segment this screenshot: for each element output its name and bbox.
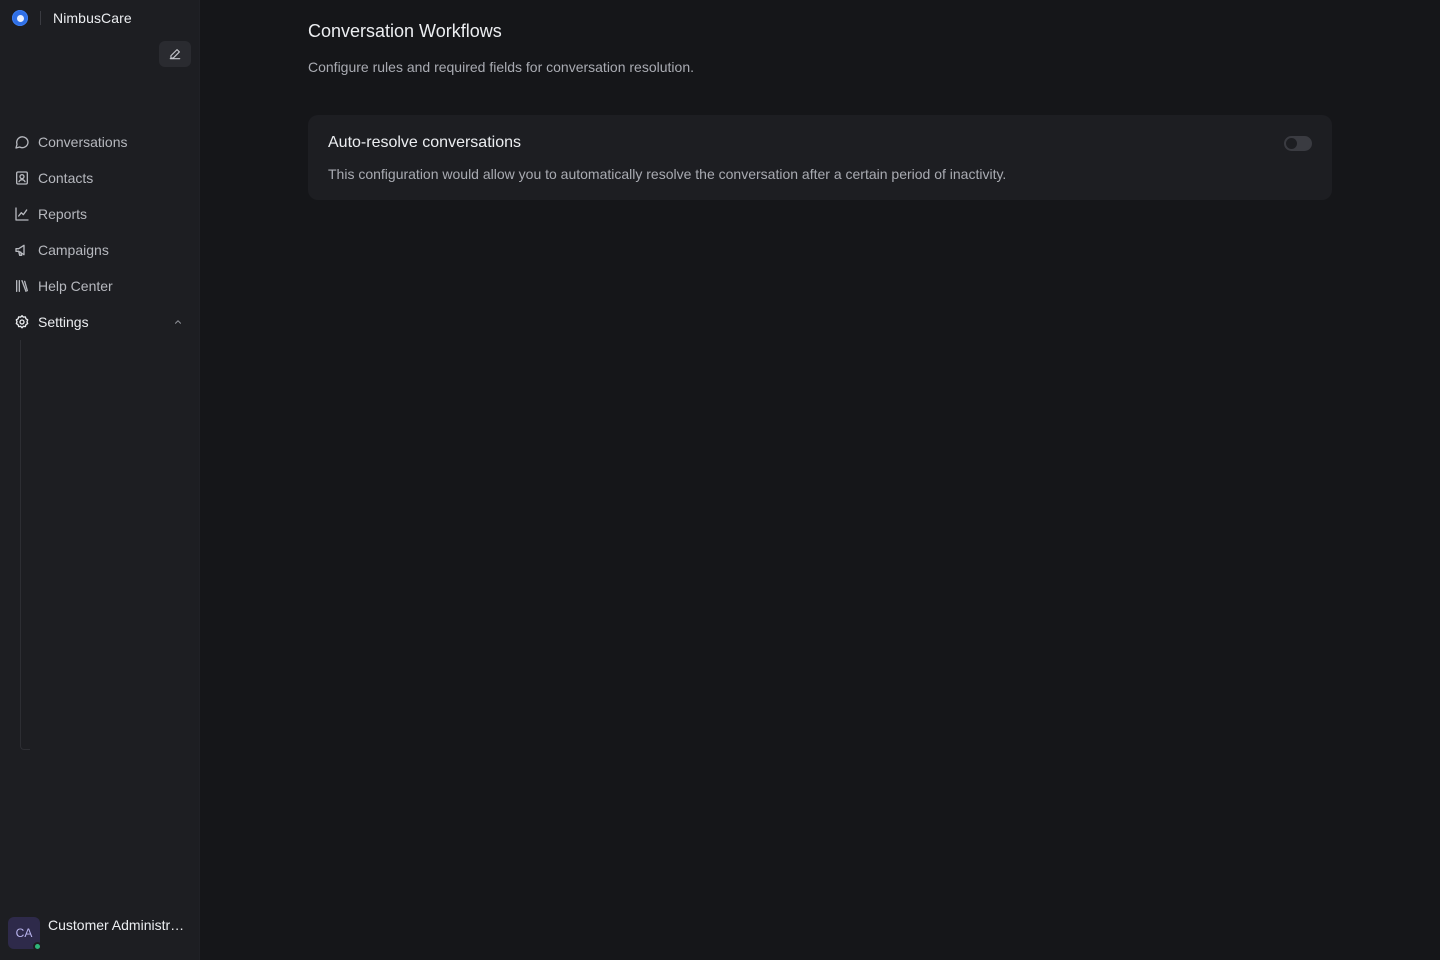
brand-logo-icon xyxy=(12,10,28,26)
sidebar-item-label: Help Center xyxy=(38,278,113,294)
profile-name: Customer Administrator xyxy=(48,917,190,933)
sidebar-item-conversations[interactable]: Conversations xyxy=(8,124,192,160)
brand-name: NimbusCare xyxy=(53,10,132,26)
main-content: Conversation Workflows Configure rules a… xyxy=(200,0,1440,960)
sidebar-item-label: Conversations xyxy=(38,134,128,150)
pencil-square-icon xyxy=(169,49,181,60)
gear-icon xyxy=(15,315,29,329)
megaphone-icon xyxy=(15,244,25,256)
sidebar-item-campaigns[interactable]: Campaigns xyxy=(8,232,192,268)
sidebar-item-contacts[interactable]: Contacts xyxy=(8,160,192,196)
page-subtitle: Configure rules and required fields for … xyxy=(308,59,694,75)
user-profile[interactable]: CA Customer Administrator xyxy=(8,916,194,951)
sidebar-item-label: Campaigns xyxy=(38,242,109,258)
auto-resolve-toggle[interactable] xyxy=(1284,136,1312,151)
library-icon xyxy=(16,280,28,292)
auto-resolve-card: Auto-resolve conversations This configur… xyxy=(308,115,1332,200)
sidebar-item-label: Reports xyxy=(38,206,88,222)
app-root: NimbusCare Conversations Contacts Report… xyxy=(0,0,1440,960)
online-status-icon xyxy=(33,942,42,951)
sidebar-item-label: Contacts xyxy=(38,170,94,186)
contact-card-icon xyxy=(16,171,28,185)
settings-subtree-line xyxy=(20,340,30,750)
brand-divider xyxy=(40,11,41,25)
card-description: This configuration would allow you to au… xyxy=(328,166,1007,182)
chevron-up-icon[interactable] xyxy=(172,316,184,328)
toggle-knob xyxy=(1286,138,1297,149)
sidebar: NimbusCare Conversations Contacts Report… xyxy=(0,0,200,960)
card-title: Auto-resolve conversations xyxy=(328,134,521,151)
sidebar-item-reports[interactable]: Reports xyxy=(8,196,192,232)
page-title: Conversation Workflows xyxy=(308,21,502,41)
sidebar-item-label: Settings xyxy=(38,314,89,330)
avatar: CA xyxy=(8,917,42,951)
compose-button[interactable] xyxy=(159,41,191,67)
line-chart-icon xyxy=(15,207,29,221)
sidebar-nav: Conversations Contacts Reports Campaigns… xyxy=(8,124,192,340)
sidebar-item-settings[interactable]: Settings xyxy=(8,304,192,340)
chat-bubble-icon xyxy=(15,136,29,149)
brand[interactable]: NimbusCare xyxy=(12,8,132,28)
avatar-initials: CA xyxy=(15,926,33,940)
sidebar-item-help-center[interactable]: Help Center xyxy=(8,268,192,304)
